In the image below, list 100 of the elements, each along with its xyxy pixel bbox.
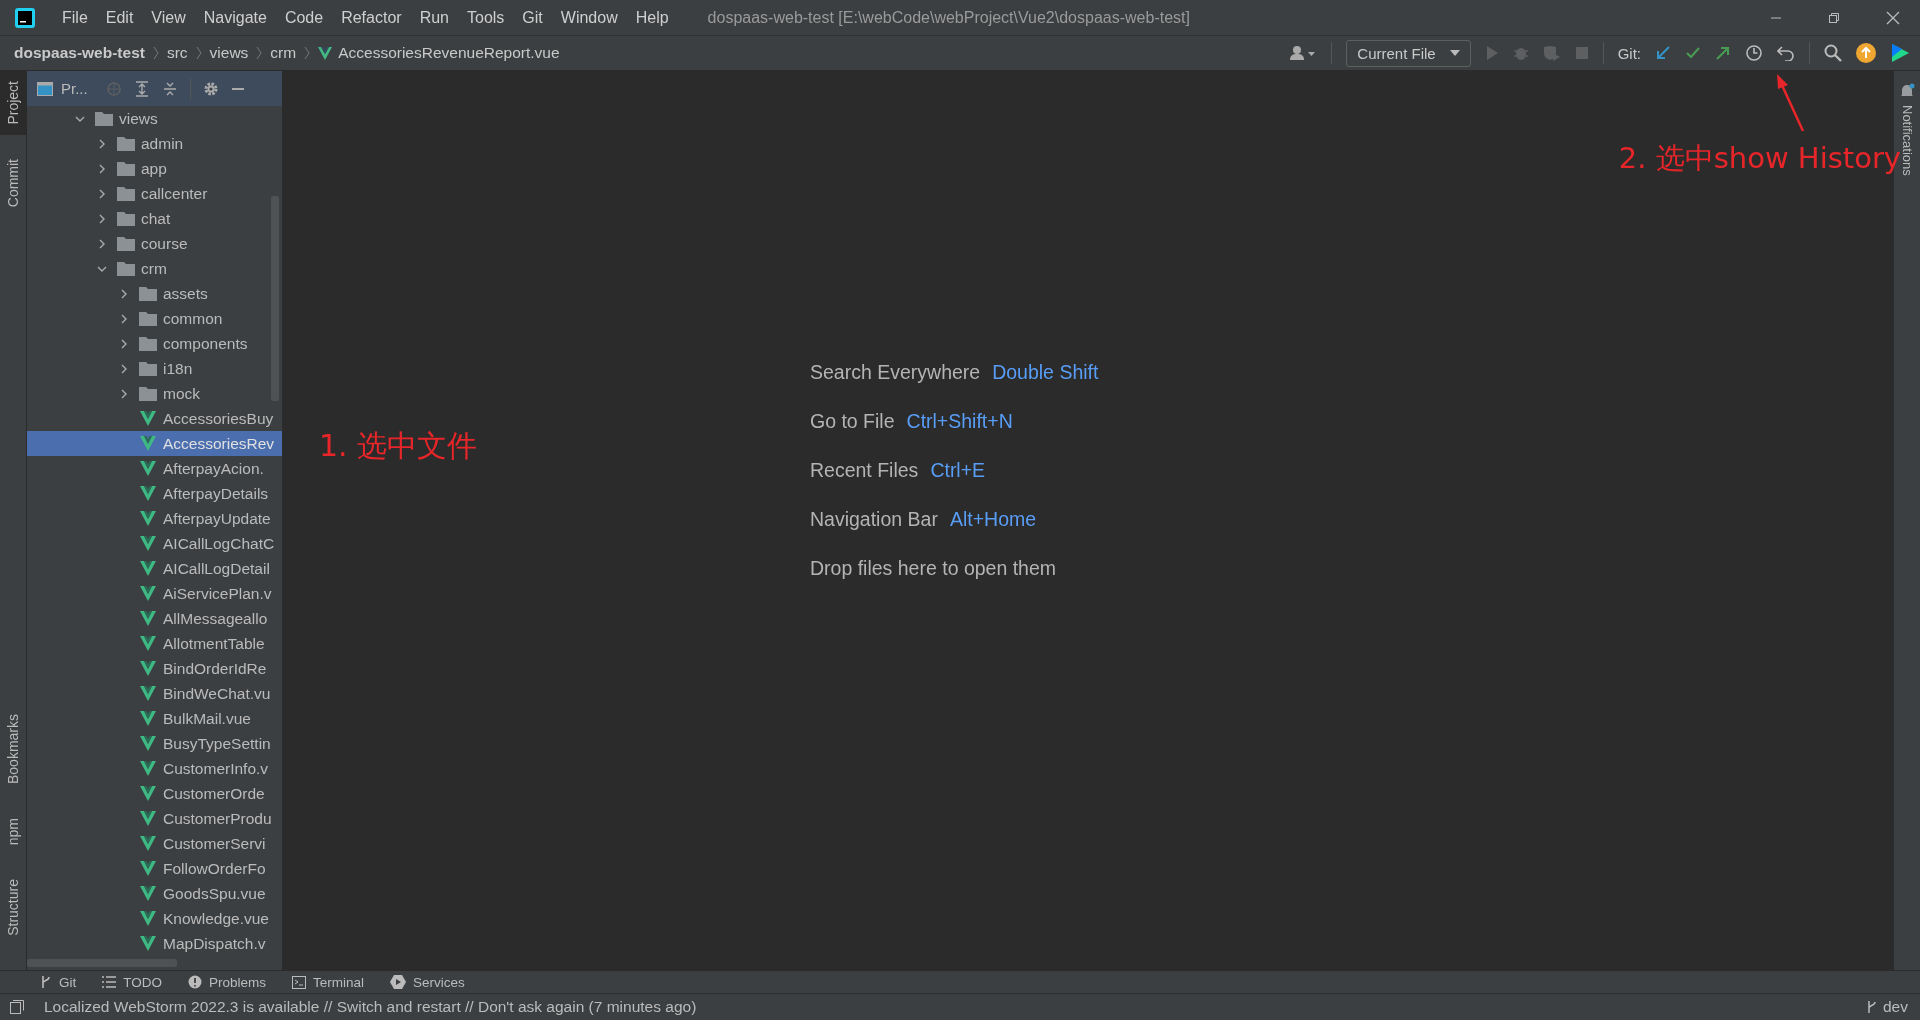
breadcrumb-item[interactable]: views	[209, 44, 249, 62]
menu-item[interactable]: Window	[551, 8, 627, 27]
tree-item[interactable]: BindOrderIdRe	[27, 656, 282, 681]
tool-window-tab[interactable]: Notifications	[1899, 71, 1915, 970]
tree-item[interactable]: admin	[27, 131, 282, 156]
tree-item[interactable]: assets	[27, 281, 282, 306]
tree-item[interactable]: chat	[27, 206, 282, 231]
tree-item[interactable]: callcenter	[27, 181, 282, 206]
tree-item[interactable]: AllotmentTable	[27, 631, 282, 656]
tree-item[interactable]: AccessoriesRev	[27, 431, 282, 456]
chevron-icon[interactable]	[97, 163, 107, 174]
tree-item[interactable]: course	[27, 231, 282, 256]
tree-item[interactable]: GoodsSpu.vue	[27, 881, 282, 906]
run-configuration-dropdown[interactable]: Current File	[1346, 39, 1471, 67]
tree-item[interactable]: CustomerServi	[27, 831, 282, 856]
tool-window-tab[interactable]: Structure	[0, 869, 26, 946]
chevron-icon[interactable]	[97, 138, 107, 149]
chevron-icon[interactable]	[119, 313, 129, 324]
tree-item[interactable]: AllMessageallo	[27, 606, 282, 631]
tree-item[interactable]: app	[27, 156, 282, 181]
vue-file-icon	[139, 836, 157, 851]
tool-window-tab[interactable]: Commit	[0, 148, 26, 217]
app-logo-icon[interactable]	[1890, 43, 1910, 63]
tool-window-button[interactable]: Services	[390, 974, 465, 990]
hint-label: Go to File	[810, 410, 895, 433]
folder-icon	[139, 386, 157, 401]
menu-item[interactable]: Tools	[458, 8, 514, 27]
tree-item[interactable]: AfterpayUpdate	[27, 506, 282, 531]
vue-file-icon	[139, 586, 157, 601]
chevron-icon[interactable]	[97, 238, 107, 249]
menu-item[interactable]: Navigate	[194, 8, 276, 27]
history-icon[interactable]	[1745, 44, 1763, 62]
user-icon[interactable]	[1289, 45, 1318, 61]
tree-item[interactable]: AICallLogDetail	[27, 556, 282, 581]
folder-icon	[139, 311, 157, 326]
search-icon[interactable]	[1824, 44, 1842, 62]
tree-item[interactable]: BindWeChat.vu	[27, 681, 282, 706]
chevron-icon	[256, 46, 263, 60]
tree-item[interactable]: i18n	[27, 356, 282, 381]
menu-item[interactable]: Git	[513, 8, 552, 27]
status-icon[interactable]	[10, 1000, 24, 1014]
tree-item[interactable]: views	[27, 106, 282, 131]
tree-item[interactable]: CustomerInfo.v	[27, 756, 282, 781]
tree-item[interactable]: AfterpayAcion.	[27, 456, 282, 481]
breadcrumb-item[interactable]: AccessoriesRevenueReport.vue	[338, 44, 560, 62]
checkmark-icon[interactable]	[1685, 45, 1701, 61]
update-badge-icon[interactable]	[1856, 43, 1876, 63]
restore-icon[interactable]	[1828, 11, 1840, 24]
push-arrow-icon[interactable]	[1715, 45, 1731, 61]
menu-item[interactable]: Help	[626, 8, 678, 27]
menu-item[interactable]: Refactor	[332, 8, 411, 27]
tree-item[interactable]: CustomerProdu	[27, 806, 282, 831]
scrollbar[interactable]	[27, 959, 177, 967]
close-icon[interactable]	[1886, 10, 1900, 25]
tree-item[interactable]: BusyTypeSettin	[27, 731, 282, 756]
chevron-icon[interactable]	[119, 338, 129, 349]
tree-item[interactable]: AccessoriesBuy	[27, 406, 282, 431]
tree-item[interactable]: AfterpayDetails	[27, 481, 282, 506]
update-arrow-icon[interactable]	[1655, 45, 1671, 61]
tool-window-tab[interactable]: Bookmarks	[0, 703, 26, 794]
menu-item[interactable]: Edit	[96, 8, 143, 27]
breadcrumb-item[interactable]: dospaas-web-test	[14, 44, 145, 62]
folder-icon	[117, 186, 135, 201]
tool-window-tab[interactable]: npm	[0, 807, 26, 856]
chevron-icon[interactable]	[119, 288, 129, 299]
tree-item[interactable]: BulkMail.vue	[27, 706, 282, 731]
expand-all-icon[interactable]	[133, 80, 150, 97]
tree-item[interactable]: FollowOrderFo	[27, 856, 282, 881]
chevron-icon[interactable]	[119, 363, 129, 374]
menu-item[interactable]: File	[53, 8, 97, 27]
tree-item[interactable]: mock	[27, 381, 282, 406]
tool-window-button[interactable]: TODO	[102, 974, 163, 990]
undo-icon[interactable]	[1777, 45, 1795, 61]
tool-window-tab[interactable]: Project	[0, 71, 26, 135]
collapse-all-icon[interactable]	[161, 80, 178, 97]
vue-file-icon	[139, 411, 157, 426]
chevron-icon[interactable]	[119, 388, 129, 399]
breadcrumb-item[interactable]: src	[166, 44, 188, 62]
tree-item[interactable]: common	[27, 306, 282, 331]
tree-item[interactable]: MapDispatch.v	[27, 931, 282, 956]
menu-item[interactable]: Run	[410, 8, 458, 27]
tree-item[interactable]: components	[27, 331, 282, 356]
tree-item[interactable]: AICallLogChatC	[27, 531, 282, 556]
tree-item[interactable]: crm	[27, 256, 282, 281]
menu-item[interactable]: Code	[275, 8, 333, 27]
tool-window-button[interactable]: Problems	[188, 974, 267, 990]
chevron-icon[interactable]	[97, 213, 107, 224]
panel-title[interactable]: Pr...	[61, 80, 88, 97]
settings-icon[interactable]	[202, 80, 219, 97]
chevron-icon[interactable]	[97, 188, 107, 199]
vue-file-icon	[139, 561, 157, 576]
tree-item[interactable]: Knowledge.vue	[27, 906, 282, 931]
tree-item[interactable]: AiServicePlan.v	[27, 581, 282, 606]
git-branch-widget[interactable]: dev	[1867, 998, 1920, 1016]
tree-item[interactable]: CustomerOrde	[27, 781, 282, 806]
breadcrumb-item[interactable]: crm	[270, 44, 297, 62]
tool-window-button[interactable]: Terminal	[292, 974, 365, 990]
menu-item[interactable]: View	[142, 8, 195, 27]
tool-window-button[interactable]: Git	[40, 974, 77, 990]
vue-file-icon	[139, 811, 157, 826]
